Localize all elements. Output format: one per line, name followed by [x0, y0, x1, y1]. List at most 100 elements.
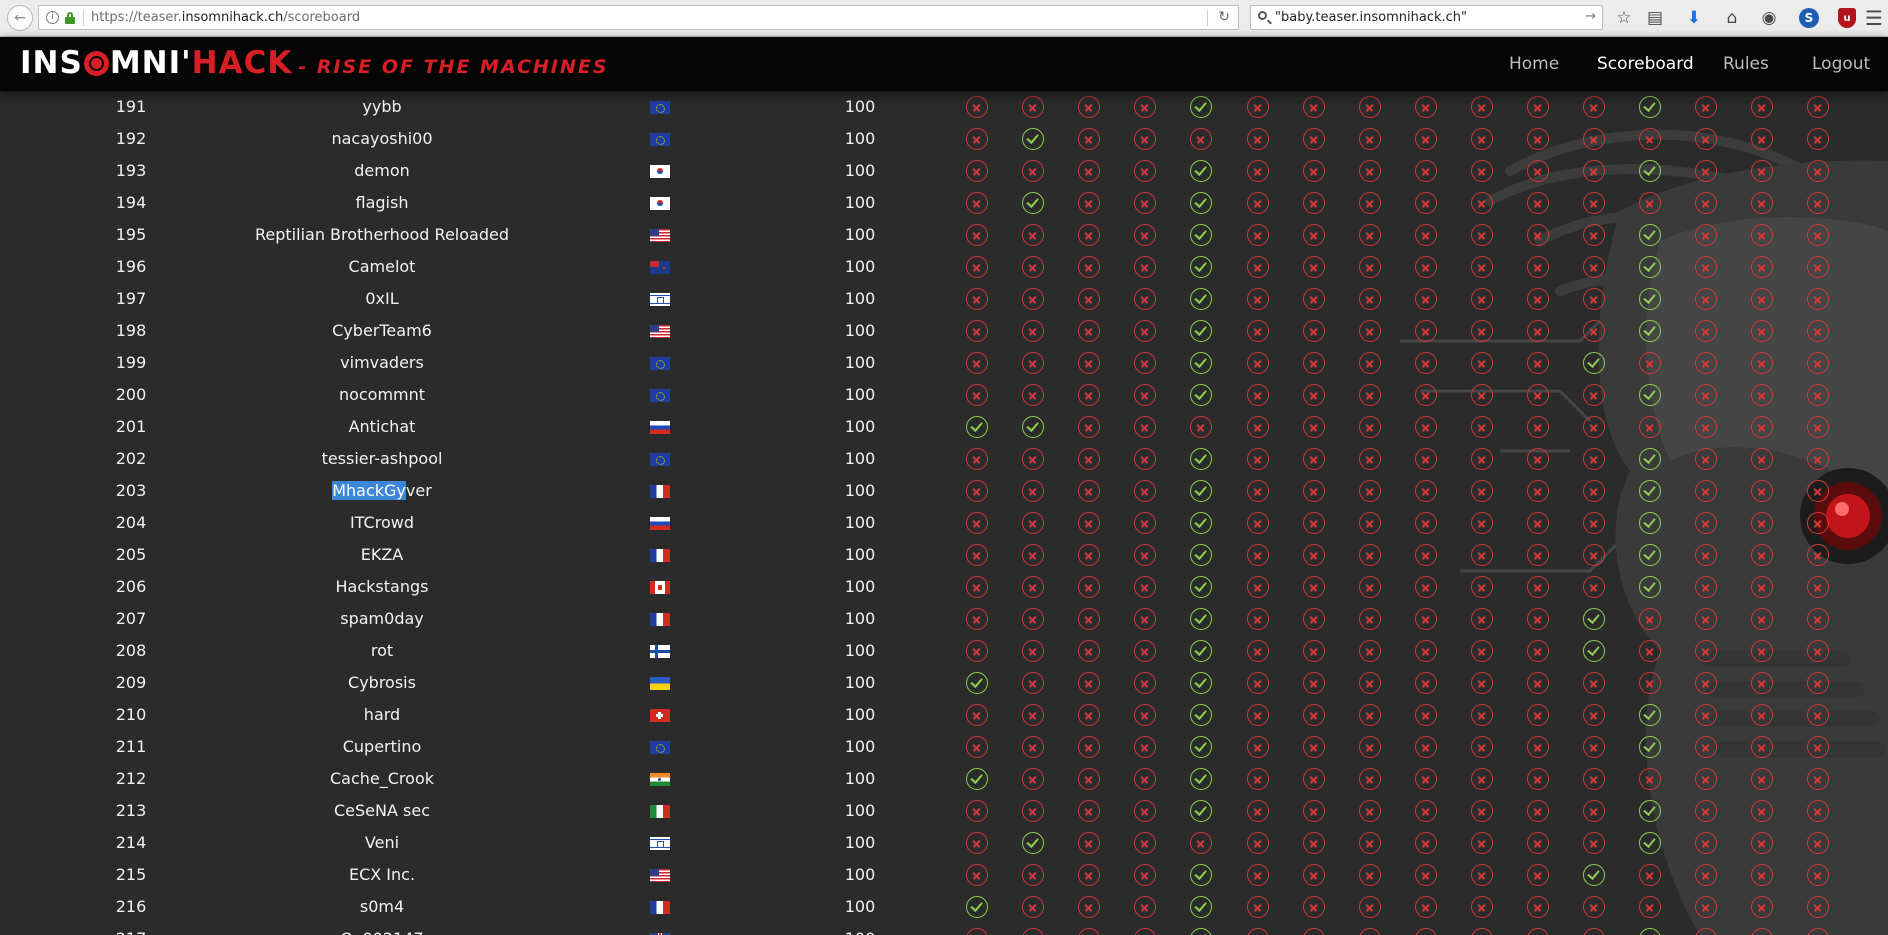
x-circle-icon: [1471, 384, 1493, 406]
url-path: /scoreboard: [283, 10, 361, 25]
download-icon[interactable]: ⬇: [1682, 6, 1706, 30]
lock-icon[interactable]: [65, 12, 75, 24]
team-name[interactable]: Reptilian Brotherhood Reloaded: [182, 219, 582, 251]
x-circle-icon: [1134, 896, 1156, 918]
check-circle-icon: [1190, 576, 1212, 598]
team-name[interactable]: nocommnt: [182, 379, 582, 411]
x-circle-icon: [1751, 128, 1773, 150]
team-name[interactable]: MhackGyver: [182, 475, 582, 507]
x-circle-icon: [1303, 768, 1325, 790]
url-text[interactable]: https://teaser.insomnihack.ch/scoreboard: [91, 10, 360, 25]
team-name[interactable]: Camelot: [182, 251, 582, 283]
team-name[interactable]: flagish: [182, 187, 582, 219]
x-circle-icon: [1695, 672, 1717, 694]
team-name[interactable]: Cupertino: [182, 731, 582, 763]
x-circle-icon: [1415, 320, 1437, 342]
team-name[interactable]: rot: [182, 635, 582, 667]
check-circle-icon: [1639, 256, 1661, 278]
check-circle-icon: [1190, 672, 1212, 694]
x-circle-icon: [966, 576, 988, 598]
back-arrow-icon[interactable]: ←: [7, 5, 33, 31]
rank-cell: 210: [115, 705, 147, 724]
x-circle-icon: [1695, 800, 1717, 822]
nav-logout[interactable]: Logout: [1812, 54, 1870, 74]
x-circle-icon: [1359, 736, 1381, 758]
team-name[interactable]: tessier-ashpool: [182, 443, 582, 475]
site-logo[interactable]: INS MNI'HACK - RISE OF THE MACHINES: [20, 45, 609, 85]
x-circle-icon: [1583, 224, 1605, 246]
flag-us-icon: [650, 325, 670, 338]
team-name-text: yybb: [362, 97, 402, 116]
star-icon[interactable]: ☆: [1612, 6, 1636, 30]
team-name[interactable]: demon: [182, 155, 582, 187]
extension-s-icon[interactable]: S: [1799, 8, 1819, 28]
address-bar[interactable]: i https://teaser.insomnihack.ch/scoreboa…: [38, 5, 1239, 30]
x-circle-icon: [1359, 576, 1381, 598]
team-name[interactable]: hard: [182, 699, 582, 731]
x-circle-icon: [1639, 768, 1661, 790]
x-circle-icon: [966, 96, 988, 118]
table-row: 201 Antichat 100: [0, 411, 1888, 443]
x-circle-icon: [966, 160, 988, 182]
reading-list-icon[interactable]: ▤: [1643, 6, 1667, 30]
team-name[interactable]: ECX Inc.: [182, 859, 582, 891]
team-name[interactable]: yybb: [182, 91, 582, 123]
x-circle-icon: [1134, 288, 1156, 310]
team-name[interactable]: CyberTeam6: [182, 315, 582, 347]
arrow-right-icon[interactable]: →: [1585, 9, 1596, 24]
search-input[interactable]: "baby.teaser.insomnihack.ch": [1275, 10, 1467, 25]
team-name[interactable]: CeSeNA sec: [182, 795, 582, 827]
x-circle-icon: [1415, 160, 1437, 182]
x-circle-icon: [1415, 576, 1437, 598]
table-row: 216 s0m4 100: [0, 891, 1888, 923]
team-name[interactable]: ITCrowd: [182, 507, 582, 539]
team-name[interactable]: Hackstangs: [182, 571, 582, 603]
pocket-icon[interactable]: ◉: [1757, 6, 1781, 30]
rank-cell: 208: [115, 641, 147, 660]
team-name[interactable]: vimvaders: [182, 347, 582, 379]
x-circle-icon: [1078, 160, 1100, 182]
nav-home[interactable]: Home: [1509, 54, 1559, 74]
x-circle-icon: [1583, 288, 1605, 310]
team-name-text: demon: [354, 161, 410, 180]
team-name[interactable]: Cybrosis: [182, 667, 582, 699]
check-circle-icon: [1190, 256, 1212, 278]
x-circle-icon: [1751, 416, 1773, 438]
ublock-icon[interactable]: u: [1838, 8, 1856, 28]
table-row: 193 demon 100: [0, 155, 1888, 187]
x-circle-icon: [1471, 672, 1493, 694]
x-circle-icon: [1527, 384, 1549, 406]
check-circle-icon: [1190, 448, 1212, 470]
score-cell: 100: [844, 641, 876, 660]
check-circle-icon: [1022, 416, 1044, 438]
x-circle-icon: [1134, 224, 1156, 246]
team-name[interactable]: Ox002147: [182, 923, 582, 935]
team-name[interactable]: nacayoshi00: [182, 123, 582, 155]
x-circle-icon: [1359, 224, 1381, 246]
team-name[interactable]: Antichat: [182, 411, 582, 443]
logo-text: MNI': [109, 45, 192, 81]
search-bar[interactable]: "baby.teaser.insomnihack.ch" →: [1250, 5, 1603, 30]
team-name-text: ECX Inc.: [348, 865, 416, 884]
info-icon[interactable]: i: [46, 11, 59, 24]
reload-icon[interactable]: ↻: [1218, 9, 1230, 25]
team-name[interactable]: Veni: [182, 827, 582, 859]
home-icon[interactable]: ⌂: [1720, 6, 1744, 30]
x-circle-icon: [1134, 192, 1156, 214]
x-circle-icon: [966, 224, 988, 246]
team-name[interactable]: EKZA: [182, 539, 582, 571]
nav-scoreboard[interactable]: Scoreboard: [1597, 54, 1694, 74]
rank-cell: 213: [115, 801, 147, 820]
team-name[interactable]: spam0day: [182, 603, 582, 635]
nav-rules[interactable]: Rules: [1723, 54, 1769, 74]
x-circle-icon: [966, 384, 988, 406]
table-row: 204 ITCrowd 100: [0, 507, 1888, 539]
team-name[interactable]: Cache_Crook: [182, 763, 582, 795]
team-name[interactable]: s0m4: [182, 891, 582, 923]
menu-icon[interactable]: ☰: [1862, 6, 1886, 30]
x-circle-icon: [1134, 256, 1156, 278]
team-name[interactable]: 0xIL: [182, 283, 582, 315]
score-cell: 100: [844, 161, 876, 180]
x-circle-icon: [1247, 448, 1269, 470]
x-circle-icon: [1751, 320, 1773, 342]
